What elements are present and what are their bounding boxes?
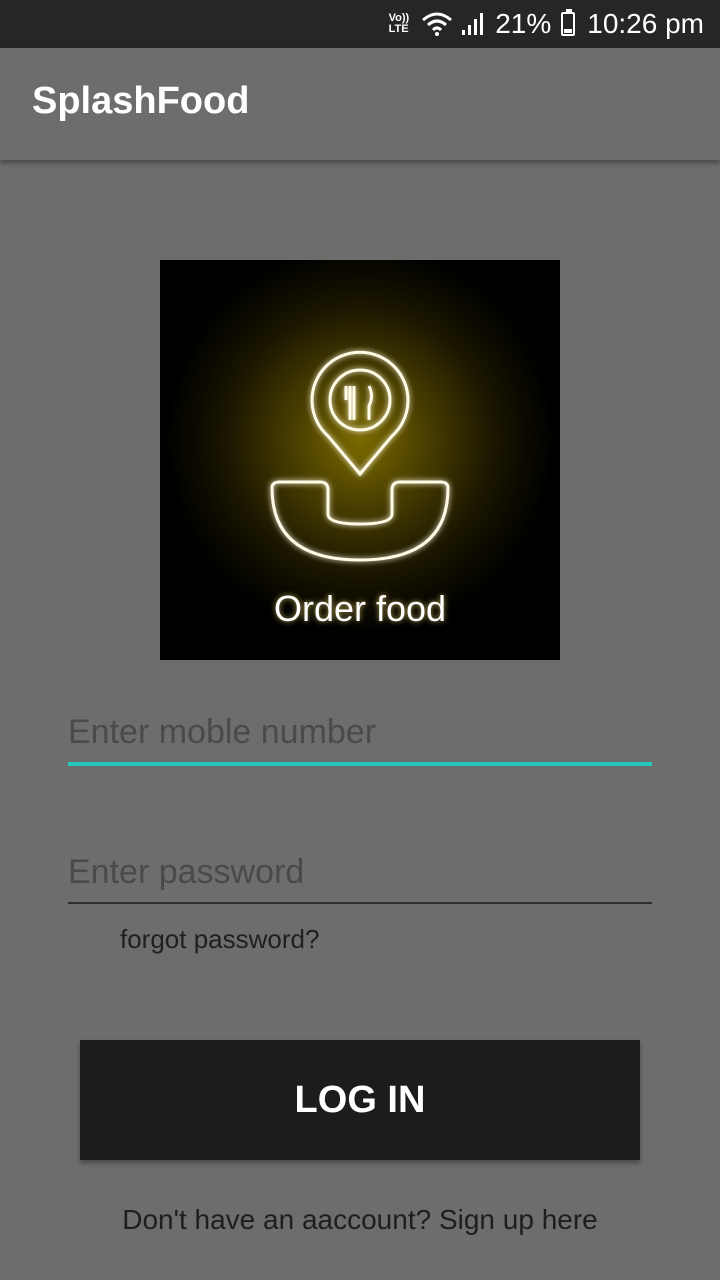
clock: 10:26 pm xyxy=(587,8,704,39)
battery-percent: 21% xyxy=(495,8,552,39)
battery-fill xyxy=(564,28,573,33)
volte-indicator: Vo)) LTE xyxy=(389,13,410,35)
password-input-underline xyxy=(68,902,652,904)
wifi-icon xyxy=(422,12,453,36)
mobile-input-underline xyxy=(68,762,652,766)
login-button[interactable]: LOG IN xyxy=(80,1040,640,1160)
logo-caption: Order food xyxy=(273,588,447,629)
signup-link[interactable]: Don't have an aaccount? Sign up here xyxy=(0,1204,720,1236)
volte-bottom-text: LTE xyxy=(388,23,409,35)
battery-icon xyxy=(561,9,576,36)
password-input[interactable] xyxy=(68,840,652,904)
app-title: SplashFood xyxy=(32,80,250,122)
status-icons: Vo)) LTE 21% 10:26 pm xyxy=(389,0,704,48)
app-bar: SplashFood xyxy=(0,48,720,160)
signal-icon xyxy=(462,13,484,35)
forgot-password-link[interactable]: forgot password? xyxy=(120,924,319,955)
order-food-logo: Order food xyxy=(160,260,560,660)
status-bar: Vo)) LTE 21% 10:26 pm xyxy=(0,0,720,48)
mobile-number-input[interactable] xyxy=(68,700,652,764)
